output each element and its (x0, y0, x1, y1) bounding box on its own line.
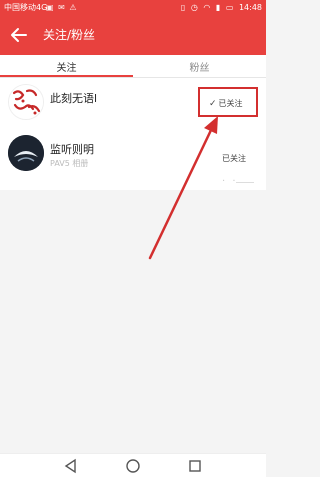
wifi-icon: ◠ (203, 3, 211, 12)
followed-button[interactable]: 已关注 (222, 153, 246, 164)
tab-bar: 关注 粉丝 (0, 55, 266, 78)
alarm-icon: ◷ (190, 3, 198, 12)
calligraphy-avatar-icon (9, 85, 43, 119)
user-name[interactable]: 监听则明 (50, 141, 94, 157)
carrier-label: 中国移动4G (4, 3, 48, 12)
tab-indicator (0, 75, 133, 77)
moon-logo-icon (8, 135, 44, 171)
back-arrow-icon[interactable] (8, 24, 30, 46)
page-title: 关注/粉丝 (43, 28, 96, 42)
followed-label: 已关注 (222, 154, 246, 163)
divider (236, 182, 254, 183)
user-subtitle: PAV5 相册 (50, 159, 89, 168)
avatar[interactable] (8, 135, 44, 171)
app-bar: 关注/粉丝 (0, 15, 266, 55)
nav-recent-apps-icon[interactable] (187, 458, 203, 474)
tab-fans[interactable]: 粉丝 (133, 59, 266, 74)
status-right: ▯ ◷ ◠ ▮ ▭ 14:48 (178, 0, 262, 15)
user-name[interactable]: 此刻无语l (50, 90, 97, 106)
status-bar: 中国移动4G ▣ ✉ ⚠ ▯ ◷ ◠ ▮ ▭ 14:48 (0, 0, 266, 15)
nav-home-icon[interactable] (125, 458, 141, 474)
nav-back-icon[interactable] (63, 458, 79, 474)
battery-icon: ▭ (225, 3, 234, 12)
annotation-highlight-box (198, 87, 258, 117)
avatar[interactable] (8, 84, 44, 120)
clock-label: 14:48 (238, 3, 262, 12)
signal-icon: ▮ (215, 3, 221, 12)
vibrate-icon: ▯ (180, 3, 186, 12)
notification-icons: ▣ ✉ ⚠ (46, 3, 78, 12)
system-nav-bar (0, 453, 266, 477)
tab-following[interactable]: 关注 (0, 59, 133, 74)
